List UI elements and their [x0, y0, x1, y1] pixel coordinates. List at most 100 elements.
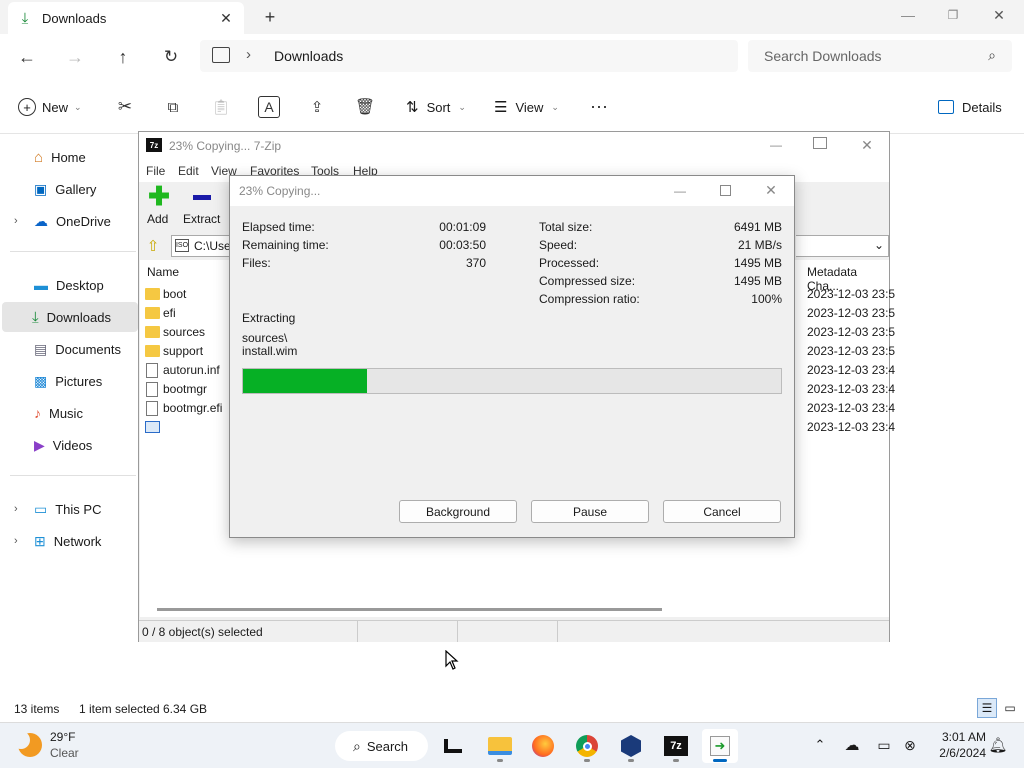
taskbar-copy-progress[interactable]: ➜	[702, 729, 738, 763]
home-icon: ⌂	[34, 148, 44, 166]
share-icon[interactable]: ⇪	[306, 96, 328, 118]
nav-item-downloads[interactable]: ⤓ Downloads	[2, 302, 138, 332]
nav-item-gallery[interactable]: ▣ Gallery	[4, 174, 136, 204]
compressed-size-value: 1495 MB	[733, 274, 782, 288]
add-label: Add	[147, 212, 169, 226]
cut-icon[interactable]: ✂	[114, 96, 136, 118]
minimize-icon[interactable]: —	[671, 182, 689, 200]
network-icon: ⊞	[34, 532, 46, 549]
taskbar-7zip[interactable]: 7z	[658, 729, 694, 763]
close-icon[interactable]: ✕	[762, 181, 780, 199]
refresh-icon[interactable]: ↻	[160, 46, 182, 68]
tiles-view-icon[interactable]: ▭	[1001, 698, 1019, 718]
add-button[interactable]: ✚ Add	[147, 183, 171, 228]
new-button[interactable]: + New ⌄	[18, 96, 82, 118]
search-icon: ⌕	[988, 46, 996, 63]
back-icon[interactable]: ←	[16, 46, 38, 68]
nav-item-home[interactable]: ⌂ Home	[4, 142, 136, 172]
close-tab-icon[interactable]: ✕	[216, 9, 236, 27]
clock[interactable]: 3:01 AM 2/6/2024	[926, 729, 986, 763]
breadcrumb-chevron-icon: ›	[246, 46, 251, 63]
new-label: New	[42, 99, 69, 115]
chevron-down-icon: ⌄	[874, 238, 885, 252]
sort-button[interactable]: ⇅ Sort ⌄	[406, 96, 466, 118]
taskbar-task-view[interactable]	[435, 729, 471, 763]
search-input[interactable]: Search Downloads ⌕	[748, 40, 1012, 72]
maximize-icon[interactable]	[720, 185, 731, 196]
details-button[interactable]: Details	[938, 96, 1002, 118]
nav-item-pictures[interactable]: ▩ Pictures	[4, 366, 136, 396]
close-icon[interactable]: ✕	[858, 136, 876, 154]
nav-item-documents[interactable]: ▤ Documents	[4, 334, 136, 364]
file-icon	[146, 401, 158, 416]
notification-bell-icon[interactable]: 🔔︎	[988, 735, 1008, 755]
processed-label: Processed:	[539, 256, 600, 270]
task-view-icon	[444, 739, 462, 753]
path-dropdown[interactable]: ⌄	[796, 235, 889, 257]
7zip-icon: 7z	[664, 736, 688, 756]
view-button[interactable]: ☰ View ⌄	[494, 96, 559, 118]
volume-muted-icon[interactable]: ⊗	[900, 735, 920, 755]
taskbar-virtualbox[interactable]	[613, 729, 649, 763]
maximize-icon[interactable]	[813, 137, 827, 149]
more-options-icon[interactable]: ⋯	[588, 96, 610, 118]
path-input[interactable]: ISO C:\Use	[171, 235, 231, 257]
taskbar-firefox[interactable]	[525, 729, 561, 763]
forward-icon[interactable]: →	[64, 46, 86, 68]
chevron-down-icon: ⌄	[74, 101, 82, 112]
network-icon[interactable]: ▭	[874, 735, 894, 755]
folder-up-icon[interactable]: ⇧	[143, 236, 163, 256]
copy-progress-dialog: 23% Copying... — ✕ Elapsed time: 00:01:0…	[229, 175, 795, 538]
videos-icon: ▶	[34, 436, 45, 453]
restore-icon[interactable]: ❐	[943, 6, 963, 24]
horizontal-scrollbar[interactable]	[157, 608, 662, 611]
chevron-right-icon[interactable]: ›	[14, 503, 18, 515]
nav-item-music[interactable]: ♪ Music	[4, 398, 136, 428]
onedrive-offline-icon[interactable]: ☁	[842, 735, 862, 755]
chevron-up-icon[interactable]: ⌃	[812, 737, 828, 753]
rename-icon[interactable]: A	[258, 96, 280, 118]
tab-downloads[interactable]: ⤓ Downloads ✕	[8, 2, 244, 34]
active-indicator	[713, 759, 727, 762]
column-header-name[interactable]: Name	[147, 265, 179, 279]
details-view-icon[interactable]: ☰	[977, 698, 997, 718]
background-button[interactable]: Background	[399, 500, 517, 523]
running-indicator	[584, 759, 590, 762]
chevron-right-icon[interactable]: ›	[14, 215, 18, 227]
selection-count: 1 item selected	[79, 702, 160, 716]
speed-label: Speed:	[539, 238, 578, 252]
close-window-icon[interactable]: ✕	[989, 6, 1009, 24]
chevron-down-icon: ⌄	[551, 101, 559, 112]
iso-file-icon	[145, 421, 160, 433]
music-icon: ♪	[34, 405, 41, 421]
paste-icon[interactable]: 📋︎	[210, 96, 232, 118]
nav-item-network[interactable]: › ⊞ Network	[4, 526, 136, 556]
chevron-right-icon[interactable]: ›	[14, 535, 18, 547]
delete-icon[interactable]: 🗑︎	[354, 96, 376, 118]
nav-label: Home	[51, 149, 86, 165]
taskbar-search[interactable]: ⌕ Search	[335, 731, 428, 761]
taskbar-file-explorer[interactable]	[482, 729, 518, 763]
start-button[interactable]	[287, 729, 323, 763]
nav-item-desktop[interactable]: ▬ Desktop	[4, 270, 136, 300]
menu-file[interactable]: File	[146, 164, 165, 178]
nav-item-this-pc[interactable]: › ▭ This PC	[4, 494, 136, 524]
compressed-size-label: Compressed size:	[539, 274, 636, 288]
command-bar: + New ⌄ ✂ ⧉ 📋︎ A ⇪ 🗑︎ ⇅ Sort ⌄ ☰ View ⌄ …	[0, 80, 1024, 134]
address-bar[interactable]: › Downloads	[200, 40, 738, 72]
pause-button[interactable]: Pause	[531, 500, 649, 523]
speed-value: 21 MB/s	[737, 238, 782, 252]
copy-icon[interactable]: ⧉	[162, 96, 184, 118]
up-icon[interactable]: ↑	[112, 46, 134, 68]
cancel-button[interactable]: Cancel	[663, 500, 781, 523]
nav-item-videos[interactable]: ▶ Videos	[4, 430, 136, 460]
weather-widget[interactable]: 29°F Clear	[12, 729, 134, 763]
taskbar-chrome[interactable]	[569, 729, 605, 763]
minimize-icon[interactable]: —	[767, 136, 785, 154]
cloud-icon: ☁	[34, 212, 48, 229]
minimize-icon[interactable]: —	[898, 6, 918, 24]
new-tab-icon[interactable]: +	[258, 7, 282, 27]
extract-button[interactable]: Extract	[183, 186, 223, 228]
menu-edit[interactable]: Edit	[178, 164, 199, 178]
nav-item-onedrive[interactable]: › ☁ OneDrive	[4, 206, 136, 236]
